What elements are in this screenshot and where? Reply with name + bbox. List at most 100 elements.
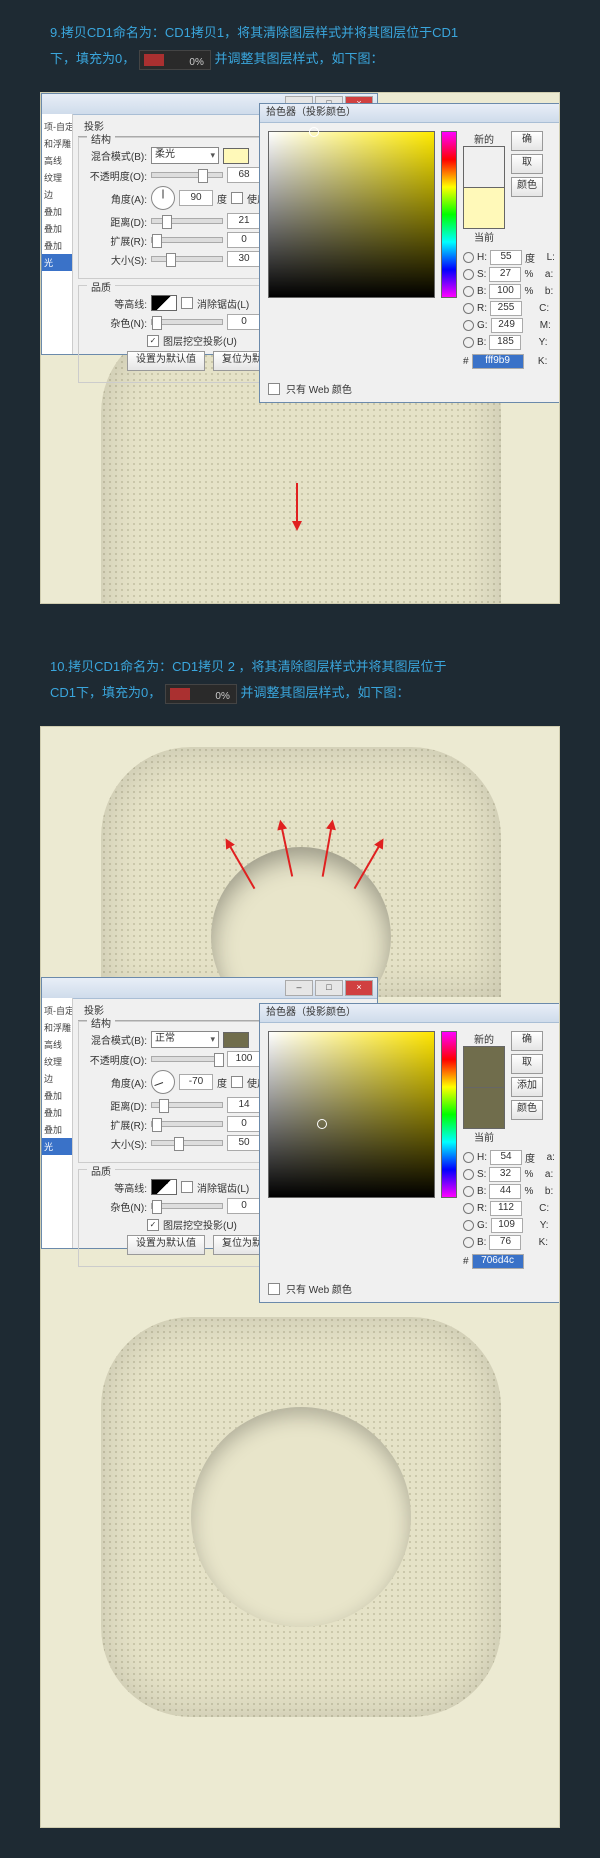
size-slider[interactable] (151, 1140, 223, 1146)
set-default-button[interactable]: 设置为默认值 (127, 351, 205, 371)
blend-mode-combo[interactable]: 柔光 (151, 147, 219, 164)
size-slider[interactable] (151, 256, 223, 262)
s-value[interactable]: 27 (489, 267, 521, 282)
web-only-check[interactable] (268, 383, 280, 395)
cancel-button[interactable]: 取 (511, 154, 543, 174)
sidebar-item[interactable]: 边 (42, 1070, 72, 1087)
lib-button[interactable]: 颜色 (511, 177, 543, 197)
sidebar-item[interactable]: 叠加 (42, 1121, 72, 1138)
antialias-check[interactable] (181, 297, 193, 309)
sv-field[interactable] (268, 131, 435, 298)
set-default-button[interactable]: 设置为默认值 (127, 1235, 205, 1255)
opacity-value[interactable]: 100 (227, 1051, 261, 1067)
g-radio[interactable] (463, 1220, 474, 1231)
hex-value[interactable]: fff9b9 (472, 354, 524, 369)
b-radio[interactable] (463, 1186, 474, 1197)
sidebar-item[interactable]: 高线 (42, 152, 72, 169)
b-radio[interactable] (463, 286, 474, 297)
g-value[interactable]: 249 (491, 318, 523, 333)
noise-value[interactable]: 0 (227, 314, 261, 330)
web-only-check[interactable] (268, 1283, 280, 1295)
use-global-check[interactable] (231, 192, 243, 204)
h-value[interactable]: 54 (490, 1150, 522, 1165)
sidebar-item[interactable]: 项-自定 (42, 118, 72, 135)
contour-swatch[interactable] (151, 1179, 177, 1195)
window-minimize-button[interactable]: – (285, 980, 313, 996)
sidebar-item[interactable]: 和浮雕 (42, 1019, 72, 1036)
contour-swatch[interactable] (151, 295, 177, 311)
group-structure-title: 结构 (87, 131, 115, 146)
antialias-check[interactable] (181, 1181, 193, 1193)
noise-value[interactable]: 0 (227, 1198, 261, 1214)
distance-slider[interactable] (151, 218, 223, 224)
spread-value[interactable]: 0 (227, 232, 261, 248)
sv-field[interactable] (268, 1031, 435, 1198)
bb-value[interactable]: 185 (489, 335, 521, 350)
spread-slider[interactable] (151, 237, 223, 243)
noise-slider[interactable] (151, 1203, 223, 1209)
sidebar-item-selected[interactable]: 光 (42, 1138, 72, 1155)
h-radio[interactable] (463, 1152, 474, 1163)
r-radio[interactable] (463, 1203, 474, 1214)
spread-slider[interactable] (151, 1121, 223, 1127)
bb-radio[interactable] (463, 1237, 474, 1248)
s-radio[interactable] (463, 1169, 474, 1180)
r-radio[interactable] (463, 303, 474, 314)
lib-button[interactable]: 颜色 (511, 1100, 543, 1120)
bb-radio[interactable] (463, 337, 474, 348)
distance-value[interactable]: 21 (227, 213, 261, 229)
b-value[interactable]: 100 (489, 284, 521, 299)
size-value[interactable]: 50 (227, 1135, 261, 1151)
shadow-color-swatch[interactable] (223, 148, 249, 164)
s-radio[interactable] (463, 269, 474, 280)
ok-button[interactable]: 确 (511, 1031, 543, 1051)
window-close-button[interactable]: × (345, 980, 373, 996)
opacity-slider[interactable] (151, 1056, 223, 1062)
angle-value[interactable]: 90 (179, 190, 213, 206)
sidebar-item[interactable]: 叠加 (42, 220, 72, 237)
sidebar-item[interactable]: 纹理 (42, 1053, 72, 1070)
angle-dial[interactable] (151, 1070, 175, 1094)
sidebar-item[interactable]: 项-自定 (42, 1002, 72, 1019)
r-value[interactable]: 112 (490, 1201, 522, 1216)
angle-dial[interactable] (151, 186, 175, 210)
hue-slider[interactable] (441, 1031, 457, 1198)
sidebar-item[interactable]: 叠加 (42, 1104, 72, 1121)
bb-value[interactable]: 76 (489, 1235, 521, 1250)
distance-value[interactable]: 14 (227, 1097, 261, 1113)
opacity-value[interactable]: 68 (227, 167, 261, 183)
sidebar-item[interactable]: 叠加 (42, 1087, 72, 1104)
noise-slider[interactable] (151, 319, 223, 325)
ok-button[interactable]: 确 (511, 131, 543, 151)
opacity-slider[interactable] (151, 172, 223, 178)
spread-value[interactable]: 0 (227, 1116, 261, 1132)
s-value[interactable]: 32 (489, 1167, 521, 1182)
g-radio[interactable] (463, 320, 474, 331)
sidebar-item[interactable]: 边 (42, 186, 72, 203)
sidebar-item-selected[interactable]: 光 (42, 254, 72, 271)
h-value[interactable]: 55 (490, 250, 522, 265)
hex-value[interactable]: 706d4c (472, 1254, 524, 1269)
distance-slider[interactable] (151, 1102, 223, 1108)
size-value[interactable]: 30 (227, 251, 261, 267)
add-button[interactable]: 添加 (511, 1077, 543, 1097)
hue-slider[interactable] (441, 131, 457, 298)
use-global-check[interactable] (231, 1076, 243, 1088)
r-value[interactable]: 255 (490, 301, 522, 316)
b-value[interactable]: 44 (489, 1184, 521, 1199)
g-value[interactable]: 109 (491, 1218, 523, 1233)
knockout-check[interactable]: ✓ (147, 335, 159, 347)
shadow-color-swatch[interactable] (223, 1032, 249, 1048)
angle-value[interactable]: -70 (179, 1074, 213, 1090)
sidebar-item[interactable]: 和浮雕 (42, 135, 72, 152)
h-radio[interactable] (463, 252, 474, 263)
blend-mode-combo[interactable]: 正常 (151, 1031, 219, 1048)
sidebar-item[interactable]: 叠加 (42, 203, 72, 220)
window-maximize-button[interactable]: □ (315, 980, 343, 996)
sidebar-item[interactable]: 纹理 (42, 169, 72, 186)
sidebar-item[interactable]: 叠加 (42, 237, 72, 254)
unit: % (524, 1169, 533, 1180)
sidebar-item[interactable]: 高线 (42, 1036, 72, 1053)
cancel-button[interactable]: 取 (511, 1054, 543, 1074)
knockout-check[interactable]: ✓ (147, 1219, 159, 1231)
